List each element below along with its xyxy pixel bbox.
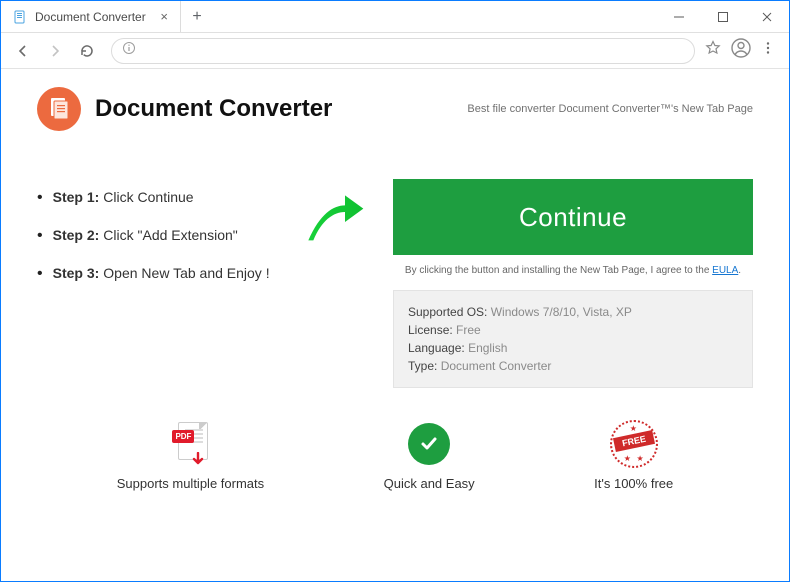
star-bookmark-icon[interactable] xyxy=(705,40,721,61)
continue-button-label: Continue xyxy=(519,202,627,233)
arrow-icon xyxy=(305,179,365,388)
page-header: Document Converter Best file converter D… xyxy=(37,87,753,131)
profile-avatar-icon[interactable] xyxy=(731,38,751,63)
new-tab-button[interactable]: + xyxy=(181,1,213,32)
feature-label: It's 100% free xyxy=(594,476,673,491)
pdf-file-icon: PDF xyxy=(172,422,208,466)
feature-formats: PDF Supports multiple formats xyxy=(117,422,264,491)
forward-button[interactable] xyxy=(41,37,69,65)
app-logo-icon xyxy=(37,87,81,131)
feature-free: FREE ★★★ It's 100% free xyxy=(594,422,673,491)
site-info-icon[interactable] xyxy=(122,41,136,60)
step-item: Step 1:Click Continue xyxy=(37,179,277,217)
reload-button[interactable] xyxy=(73,37,101,65)
window-titlebar: Document Converter × + xyxy=(1,1,789,33)
tab-title: Document Converter xyxy=(35,10,146,24)
window-maximize-button[interactable] xyxy=(701,1,745,32)
features-row: PDF Supports multiple formats Quick and … xyxy=(37,422,753,491)
tab-close-icon[interactable]: × xyxy=(160,9,168,24)
browser-toolbar xyxy=(1,33,789,69)
eula-disclaimer: By clicking the button and installing th… xyxy=(393,265,753,276)
back-button[interactable] xyxy=(9,37,37,65)
steps-list: Step 1:Click Continue Step 2:Click "Add … xyxy=(37,179,277,388)
page-content: Document Converter Best file converter D… xyxy=(1,69,789,511)
window-minimize-button[interactable] xyxy=(657,1,701,32)
feature-label: Supports multiple formats xyxy=(117,476,264,491)
feature-label: Quick and Easy xyxy=(384,476,475,491)
continue-button[interactable]: Continue xyxy=(393,179,753,255)
address-bar[interactable] xyxy=(111,38,695,64)
checkmark-circle-icon xyxy=(408,423,450,465)
browser-tab[interactable]: Document Converter × xyxy=(1,1,181,32)
step-item: Step 3:Open New Tab and Enjoy ! xyxy=(37,255,277,293)
free-stamp-icon: FREE ★★★ xyxy=(610,420,658,468)
step-item: Step 2:Click "Add Extension" xyxy=(37,217,277,255)
tab-favicon-icon xyxy=(13,10,27,24)
feature-quick: Quick and Easy xyxy=(384,422,475,491)
window-close-button[interactable] xyxy=(745,1,789,32)
info-box: Supported OS: Windows 7/8/10, Vista, XP … xyxy=(393,290,753,388)
app-tagline: Best file converter Document Converter™'… xyxy=(467,103,753,115)
menu-dots-icon[interactable] xyxy=(761,41,775,60)
eula-link[interactable]: EULA xyxy=(712,265,738,276)
app-title: Document Converter xyxy=(95,95,332,123)
